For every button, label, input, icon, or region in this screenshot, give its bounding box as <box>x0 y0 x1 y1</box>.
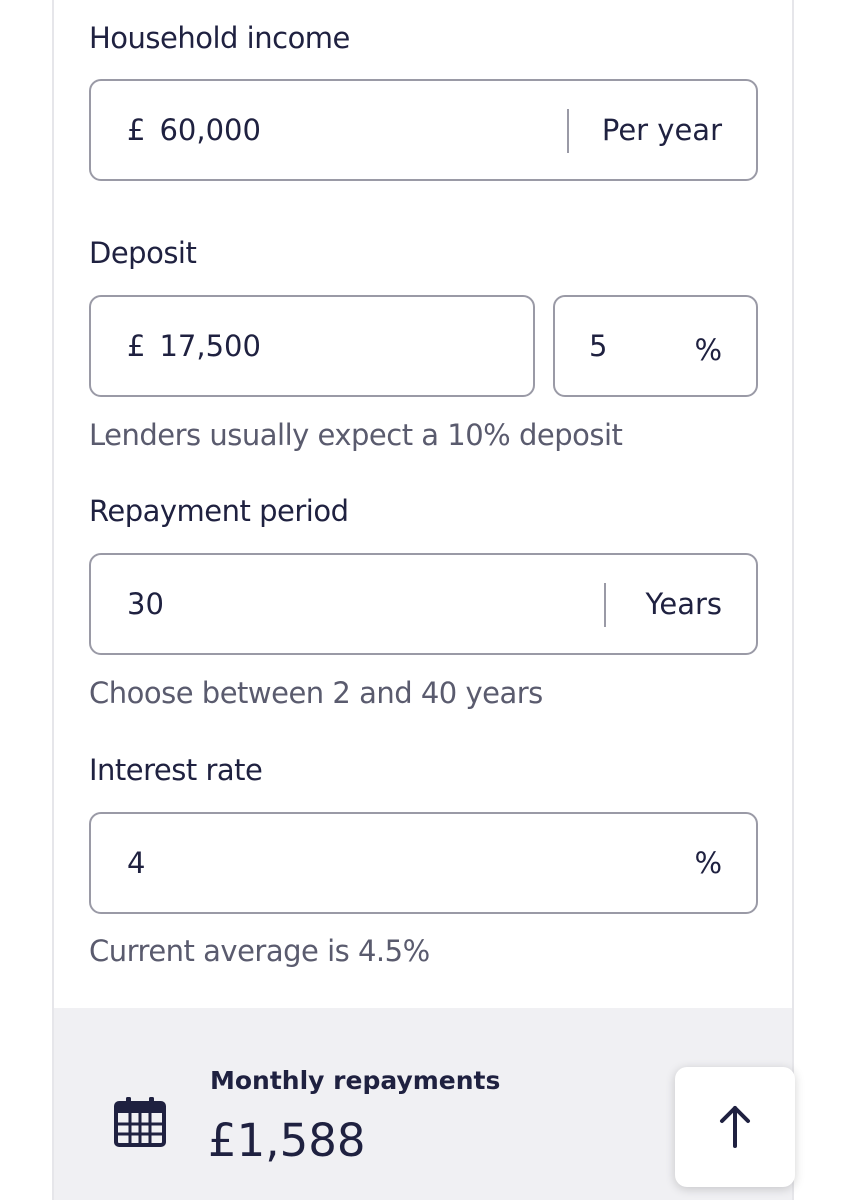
deposit-hint: Lenders usually expect a 10% deposit <box>89 418 623 452</box>
repayment-period-input[interactable]: 30 Years <box>89 553 758 655</box>
unit-divider <box>567 109 569 153</box>
deposit-percent-unit: % <box>694 333 722 367</box>
repayment-period-unit: Years <box>645 587 722 621</box>
household-income-value-group: £ 60,000 <box>127 81 261 179</box>
deposit-amount-value: 17,500 <box>159 329 261 363</box>
monthly-repayments-value: £1,588 <box>208 1114 366 1167</box>
interest-rate-hint: Current average is 4.5% <box>89 934 430 968</box>
calendar-icon <box>113 1096 167 1148</box>
unit-divider <box>604 583 606 627</box>
interest-rate-label: Interest rate <box>89 753 263 787</box>
repayment-period-label: Repayment period <box>89 494 349 528</box>
household-income-input[interactable]: £ 60,000 Per year <box>89 79 758 181</box>
monthly-repayments-label: Monthly repayments <box>210 1066 501 1095</box>
interest-rate-unit: % <box>694 846 722 880</box>
currency-symbol: £ <box>127 113 146 147</box>
deposit-percent-value: 5 <box>589 329 608 363</box>
currency-symbol: £ <box>127 329 146 363</box>
interest-rate-input[interactable]: 4 % <box>89 812 758 914</box>
deposit-percent-input[interactable]: 5 % <box>553 295 758 397</box>
interest-rate-value: 4 <box>127 846 146 880</box>
arrow-up-icon <box>717 1104 753 1151</box>
household-income-label: Household income <box>89 21 350 55</box>
repayment-period-hint: Choose between 2 and 40 years <box>89 676 543 710</box>
deposit-label: Deposit <box>89 236 197 270</box>
deposit-amount-value-group: £ 17,500 <box>127 297 261 395</box>
household-income-value: 60,000 <box>159 113 261 147</box>
repayment-period-value: 30 <box>127 587 164 621</box>
mortgage-calculator-page: Household income £ 60,000 Per year Depos… <box>0 0 847 1200</box>
scroll-to-top-button[interactable] <box>675 1067 795 1187</box>
deposit-amount-input[interactable]: £ 17,500 <box>89 295 535 397</box>
income-frequency-select[interactable]: Per year <box>602 81 722 179</box>
